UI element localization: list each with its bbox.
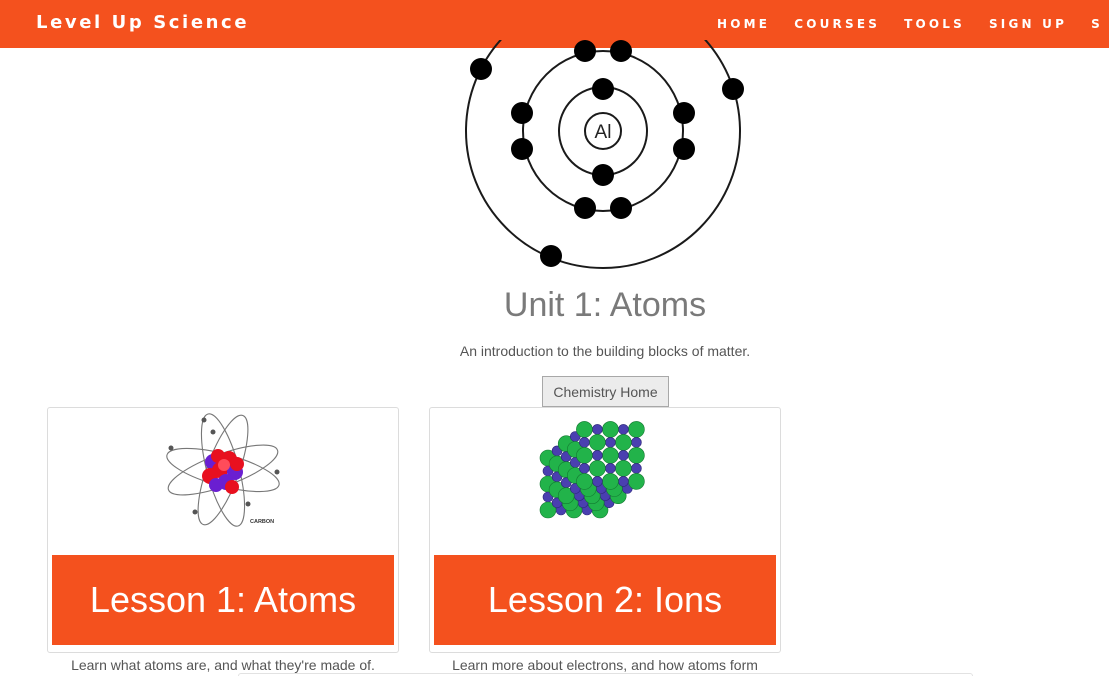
- sodium-ion: [631, 437, 642, 448]
- outer-orbit: [465, 40, 741, 269]
- electron: [592, 164, 614, 186]
- nav-overflow-link[interactable]: S: [1091, 17, 1103, 31]
- chloride-ion: [576, 421, 593, 438]
- lesson-1-description: Learn what atoms are, and what they're m…: [71, 657, 375, 673]
- chloride-ion: [602, 473, 619, 490]
- lesson-card-ions[interactable]: Lesson 2: Ions: [429, 407, 781, 653]
- electron: [470, 58, 492, 80]
- chloride-ion: [589, 434, 606, 451]
- brand-logo[interactable]: Level Up Science: [36, 12, 249, 33]
- lesson-1-title[interactable]: Lesson 1: Atoms: [52, 555, 394, 645]
- electron: [574, 40, 596, 62]
- chloride-ion: [576, 447, 593, 464]
- lesson-card-atoms[interactable]: CARBON Lesson 1: Atoms: [47, 407, 399, 653]
- electron: [511, 102, 533, 124]
- chloride-ion: [602, 421, 619, 438]
- sodium-ion: [592, 450, 603, 461]
- electron: [673, 102, 695, 124]
- sodium-ion: [605, 463, 616, 474]
- electron: [610, 197, 632, 219]
- chloride-ion: [628, 473, 645, 490]
- nucleus-cluster: [202, 449, 244, 494]
- sodium-ion: [605, 437, 616, 448]
- nav-links: HOME COURSES TOOLS SIGN UP S: [717, 15, 1109, 33]
- nav-signup-link[interactable]: SIGN UP: [989, 17, 1067, 31]
- nav-courses-link[interactable]: COURSES: [794, 17, 880, 31]
- sodium-ion: [618, 476, 629, 487]
- chloride-ion: [628, 421, 645, 438]
- unit-title: Unit 1: Atoms: [503, 286, 707, 324]
- chloride-ion: [576, 473, 593, 490]
- chloride-ion: [602, 447, 619, 464]
- electron: [610, 40, 632, 62]
- lesson-2-title[interactable]: Lesson 2: Ions: [434, 555, 776, 645]
- chloride-ion: [628, 447, 645, 464]
- nav-home-link[interactable]: HOME: [717, 17, 770, 31]
- unit-subtitle: An introduction to the building blocks o…: [459, 343, 751, 359]
- element-symbol: Al: [595, 122, 612, 143]
- aluminum-bohr-diagram: Al: [465, 40, 744, 269]
- sodium-ion: [618, 424, 629, 435]
- sodium-ion: [579, 463, 590, 474]
- chloride-ion: [589, 460, 606, 477]
- carbon-atom-image: CARBON: [166, 413, 280, 527]
- lesson-2-description: Learn more about electrons, and how atom…: [452, 657, 758, 673]
- sodium-ion: [592, 424, 603, 435]
- carbon-label: CARBON: [250, 519, 274, 525]
- electron: [722, 78, 744, 100]
- sodium-ion: [618, 450, 629, 461]
- sodium-ion: [631, 463, 642, 474]
- electron: [592, 78, 614, 100]
- chloride-ion: [615, 434, 632, 451]
- nav-tools-link[interactable]: TOOLS: [904, 17, 965, 31]
- sodium-ion: [592, 476, 603, 487]
- chemistry-home-button[interactable]: Chemistry Home: [542, 376, 669, 407]
- electron: [540, 245, 562, 267]
- sodium-ion: [579, 437, 590, 448]
- electron: [511, 138, 533, 160]
- chloride-ion: [615, 460, 632, 477]
- electron: [673, 138, 695, 160]
- ionic-crystal-image: [539, 421, 645, 519]
- electron: [574, 197, 596, 219]
